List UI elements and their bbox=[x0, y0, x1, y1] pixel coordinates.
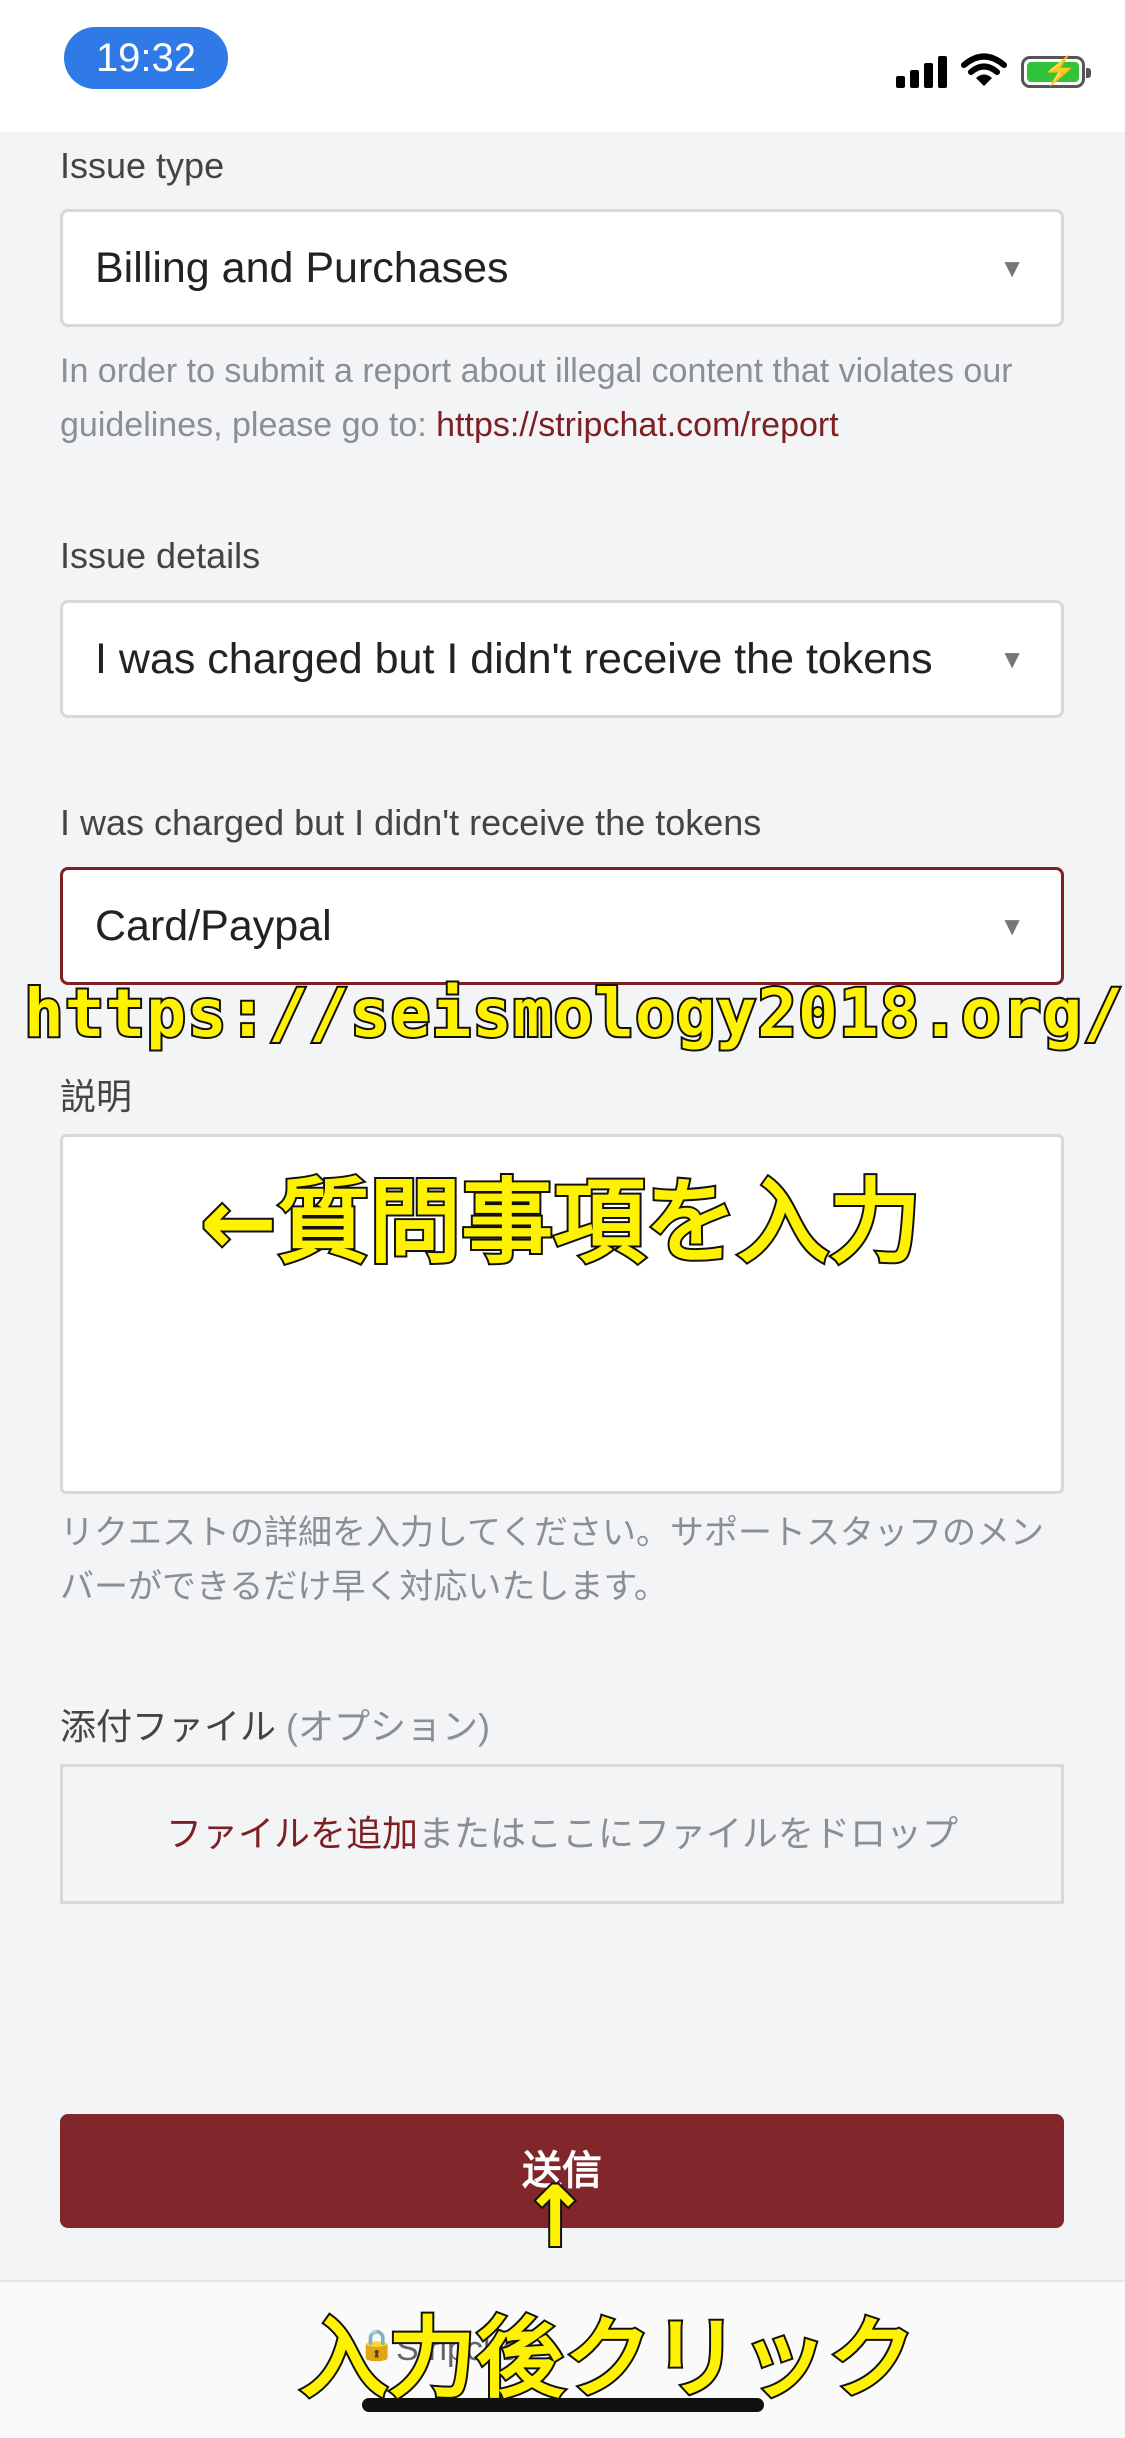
payment-method-value: Card/Paypal bbox=[95, 902, 332, 950]
report-hint: In order to submit a report about illega… bbox=[60, 344, 1070, 452]
annotation-click-hint: 入力後クリック bbox=[298, 2305, 918, 2412]
description-label: 説明 bbox=[60, 1076, 133, 1117]
annotation-arrow-up-icon: ↑ bbox=[518, 2166, 592, 2268]
issue-details-select[interactable]: I was charged but I didn't receive the t… bbox=[60, 600, 1064, 718]
attachments-label-text: 添付ファイル bbox=[60, 1706, 277, 1747]
payment-method-label: I was charged but I didn't receive the t… bbox=[60, 802, 762, 843]
status-time: 19:32 bbox=[64, 27, 228, 89]
payment-method-select[interactable]: Card/Paypal ▼ bbox=[60, 867, 1064, 985]
report-link[interactable]: https://stripchat.com/report bbox=[436, 406, 839, 444]
issue-type-value: Billing and Purchases bbox=[95, 244, 509, 292]
add-file-link[interactable]: ファイルを追加 bbox=[166, 1813, 418, 1854]
cellular-signal-icon bbox=[896, 52, 947, 88]
attachments-optional: (オプション) bbox=[286, 1706, 491, 1747]
status-bar: 19:32 ⚡ bbox=[0, 0, 1125, 132]
description-hint: リクエストの詳細を入力してください。サポートスタッフのメンバーができるだけ早く対… bbox=[60, 1514, 1044, 1606]
annotation-input-hint: ←質問事項を入力 bbox=[198, 1167, 923, 1278]
dropdown-arrow-icon: ▼ bbox=[999, 644, 1025, 674]
issue-details-label: Issue details bbox=[60, 535, 261, 576]
attachments-label: 添付ファイル (オプション) bbox=[60, 1698, 490, 1750]
annotation-url: https://seismology2018.org/ bbox=[22, 973, 1125, 1054]
status-icons: ⚡ bbox=[896, 48, 1091, 88]
drop-text: またはここにファイルをドロップ bbox=[418, 1813, 959, 1854]
wifi-icon bbox=[961, 53, 1007, 86]
issue-type-label: Issue type bbox=[60, 145, 225, 186]
issue-type-select[interactable]: Billing and Purchases ▼ bbox=[60, 209, 1064, 327]
dropdown-arrow-icon: ▼ bbox=[999, 911, 1025, 941]
battery-charging-icon: ⚡ bbox=[1021, 55, 1091, 88]
issue-details-value: I was charged but I didn't receive the t… bbox=[95, 635, 933, 683]
dropdown-arrow-icon: ▼ bbox=[999, 253, 1025, 283]
file-dropzone[interactable]: ファイルを追加またはここにファイルをドロップ bbox=[60, 1764, 1064, 1904]
